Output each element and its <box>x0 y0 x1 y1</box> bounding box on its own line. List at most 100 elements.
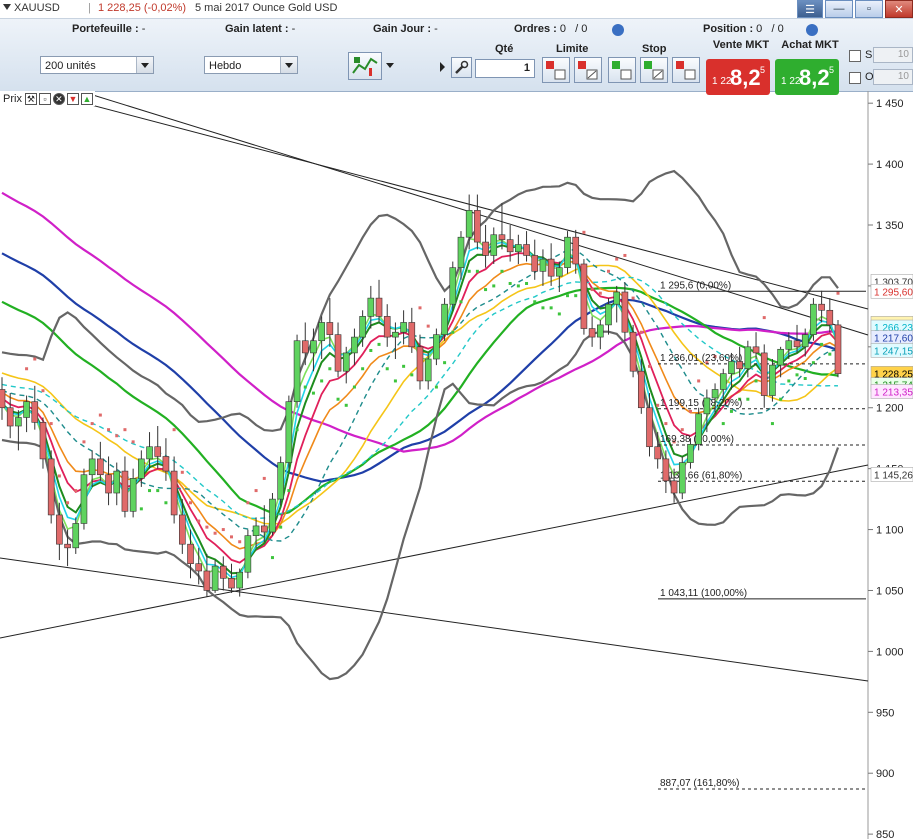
title-bar: XAUUSD | 1 228,25 (-0,02%) 5 mai 2017 Ou… <box>0 0 913 19</box>
stop-sell-icon[interactable] <box>640 57 668 83</box>
candle-body <box>547 258 555 277</box>
ordres-settings-icon[interactable] <box>612 24 624 36</box>
candle-body <box>728 361 735 374</box>
o-input[interactable]: 10 <box>873 69 913 85</box>
chart-area[interactable]: Prix ⚒ ▫ ✕ ▼ ▲ 1 295,6 (0,00%) 1 236,01 (… <box>0 91 913 839</box>
sar-dot <box>467 269 471 273</box>
stop-buy-icon[interactable] <box>608 57 636 83</box>
sar-dot <box>98 413 102 417</box>
sar-dot <box>139 507 143 511</box>
symbol-name[interactable]: XAUUSD <box>14 2 60 14</box>
sar-dot <box>107 428 111 432</box>
stop-label: Stop <box>642 43 667 55</box>
candle-body <box>285 401 293 463</box>
chevron-down-icon[interactable] <box>280 57 297 73</box>
sar-dot <box>279 525 283 529</box>
period-select[interactable]: Hebdo <box>204 56 298 74</box>
s-checkbox[interactable] <box>849 50 861 62</box>
candle-body <box>703 397 711 415</box>
candle-body <box>162 456 170 472</box>
sar-dot <box>647 364 651 368</box>
sar-dot <box>369 348 373 352</box>
sar-dot <box>41 389 45 393</box>
sar-dot <box>434 385 438 389</box>
menu-icon[interactable]: ☰ <box>797 0 823 18</box>
candle-body <box>351 336 358 354</box>
candle-body <box>539 258 547 272</box>
info-icon[interactable]: | <box>88 2 91 14</box>
sar-dot <box>254 489 258 493</box>
chart-drawings <box>0 91 869 839</box>
candle-body <box>818 303 825 311</box>
sell-market-button[interactable]: Vente MKT 1 22 8,2 5 <box>706 39 770 95</box>
close-icon[interactable]: ✕ <box>885 0 913 18</box>
stop-limit-icon[interactable] <box>672 57 700 83</box>
candle-body <box>433 334 440 360</box>
limit-sell-icon[interactable] <box>574 57 602 83</box>
prix-label: Prix <box>3 92 22 105</box>
o-checkbox[interactable] <box>849 72 861 84</box>
buy-market-label: Achat MKT <box>781 39 839 51</box>
candle-body <box>170 470 178 516</box>
fib-level-label: 887,07 (161,80%) <box>660 778 740 789</box>
s-input[interactable]: 10 <box>873 47 913 63</box>
indicators-dropdown-icon[interactable] <box>386 63 394 68</box>
candle-body <box>801 334 809 348</box>
position-settings-icon[interactable] <box>806 24 818 36</box>
position-label: Position : 0 / 0 <box>703 23 784 35</box>
trendline <box>79 91 869 336</box>
units-select[interactable]: 200 unités <box>40 56 154 74</box>
sar-dot <box>402 364 406 368</box>
wrench-icon[interactable]: ⚒ <box>24 92 37 105</box>
sar-dot <box>451 330 455 334</box>
sar-dot <box>508 281 512 285</box>
sar-dot <box>393 379 397 383</box>
price-tag-label: 1 217,60 <box>874 334 913 345</box>
sar-dot <box>623 253 627 257</box>
maximize-icon[interactable]: ▫ <box>855 0 883 18</box>
expand-arrow-icon[interactable] <box>440 62 445 72</box>
sar-dot <box>492 284 496 288</box>
candle-body <box>711 389 719 399</box>
candle-body <box>187 543 194 564</box>
gain-latent-label: Gain latent : - <box>225 23 296 35</box>
price-chart[interactable]: 1 295,6 (0,00%)1 236,01 (23,60%)1 199,15… <box>0 91 913 839</box>
sar-dot <box>287 489 291 493</box>
candle-body <box>580 263 588 329</box>
sar-dot <box>475 269 479 273</box>
chevron-down-icon[interactable] <box>136 57 153 73</box>
candle-body <box>465 210 473 238</box>
minimize-icon[interactable]: — <box>825 0 853 18</box>
y-tick-label: 900 <box>876 768 894 780</box>
limit-buy-icon[interactable] <box>542 57 570 83</box>
candle-body <box>203 570 211 591</box>
candle-body <box>0 389 6 409</box>
window-icon[interactable]: ▫ <box>38 92 51 105</box>
wrench-icon[interactable] <box>451 57 472 78</box>
sar-dot <box>82 440 86 444</box>
sar-dot <box>320 379 324 383</box>
candle-body <box>113 470 121 494</box>
move-up-icon[interactable]: ▲ <box>80 92 93 105</box>
close-icon[interactable]: ✕ <box>52 92 65 105</box>
sar-dot <box>205 525 209 529</box>
sar-dot <box>615 257 619 261</box>
symbol-dropdown-icon[interactable] <box>3 4 11 10</box>
candle-body <box>359 316 366 338</box>
buy-market-button[interactable]: Achat MKT 1 22 8,2 5 <box>775 39 839 95</box>
indicators-icon[interactable] <box>348 52 382 80</box>
qte-input[interactable]: 1 <box>475 59 535 78</box>
move-down-icon[interactable]: ▼ <box>66 92 79 105</box>
sell-market-label: Vente MKT <box>712 39 770 51</box>
sar-dot <box>213 531 217 535</box>
candle-body <box>474 210 481 243</box>
candle-body <box>367 297 375 317</box>
candle-body <box>383 316 391 338</box>
sar-dot <box>57 474 61 478</box>
sar-dot <box>344 403 348 407</box>
candle-body <box>121 470 129 512</box>
candle-body <box>154 446 162 457</box>
sar-dot <box>770 422 774 426</box>
sar-dot <box>541 306 545 310</box>
s-label: S <box>865 49 873 61</box>
